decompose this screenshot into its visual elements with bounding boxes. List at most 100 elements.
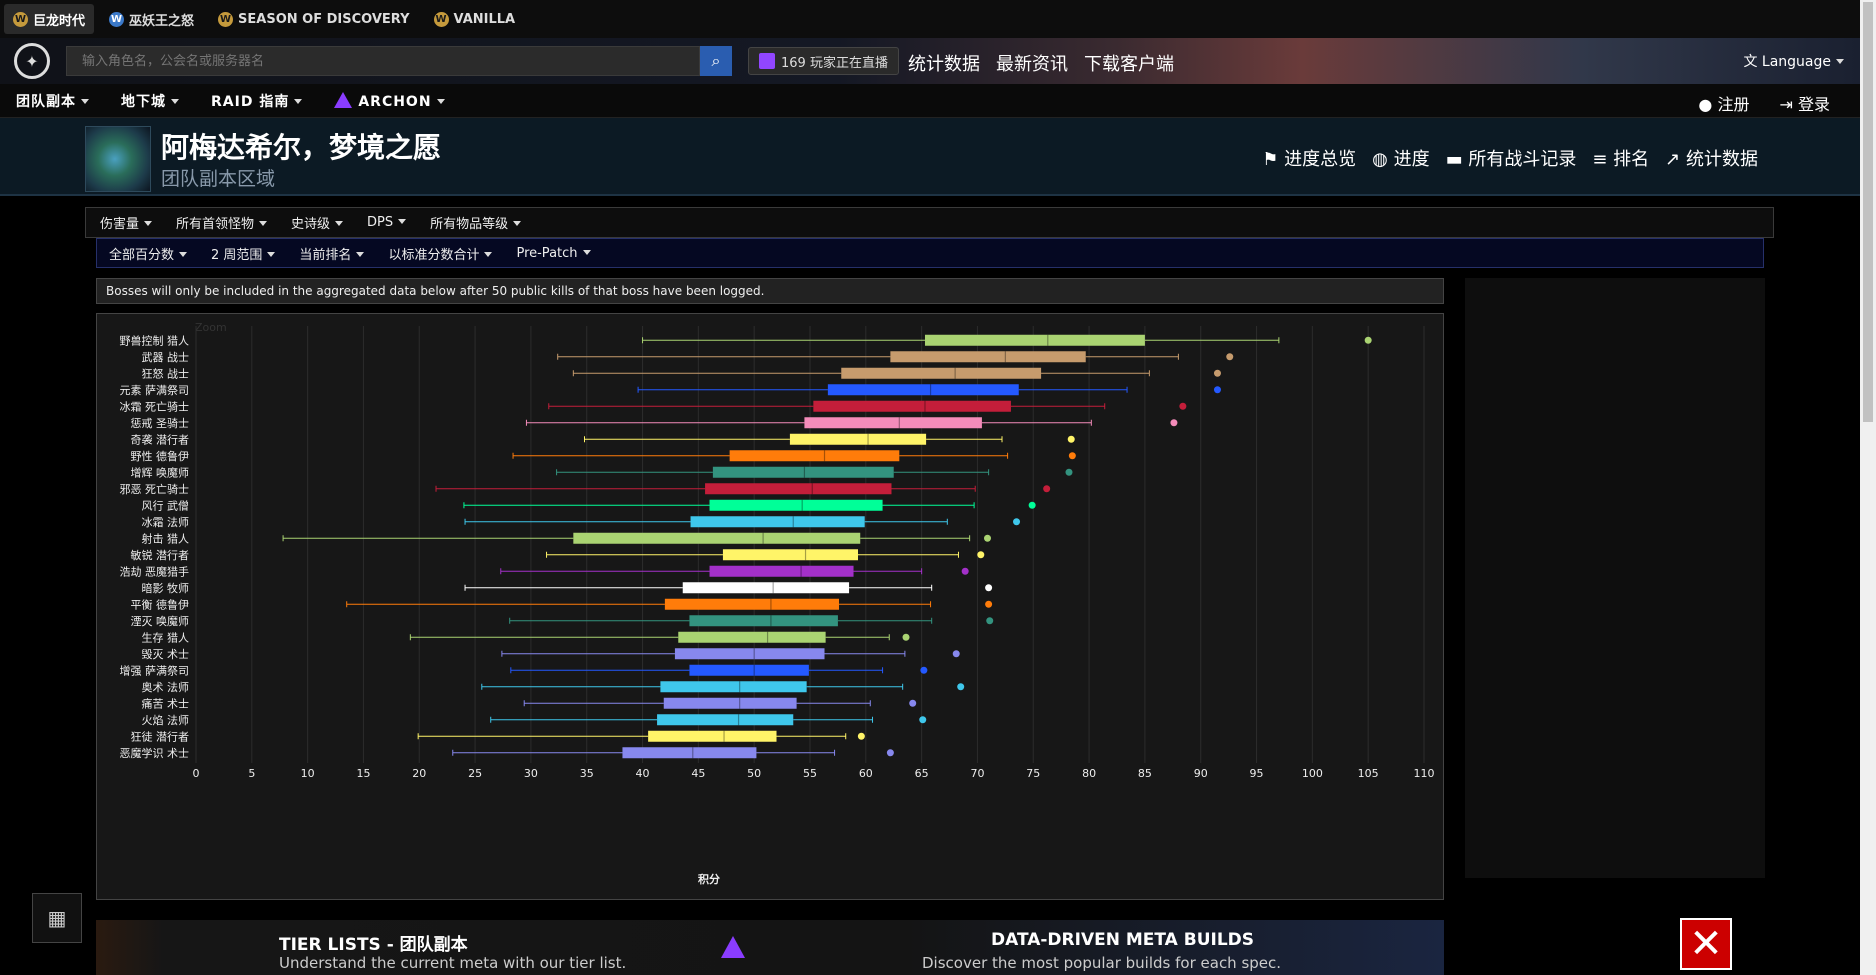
chevron-down-icon <box>484 251 493 257</box>
zonenav-logs[interactable]: ▬ 所有战斗记录 <box>1446 145 1577 171</box>
x-tick-label: 100 <box>1302 767 1323 780</box>
x-axis-label: 积分 <box>698 872 720 886</box>
filter-label: 当前排名 <box>299 247 352 263</box>
meta-builds-title: DATA-DRIVEN META BUILDS <box>991 930 1255 950</box>
boxplot-chart[interactable]: Zoom 野兽控制 猎人武器 战士狂怒 战士元素 萨满祭司冰霜 死亡骑士惩戒 圣… <box>97 314 1443 899</box>
chart-x-ticks: 0 5 10 15 20 25 30 35 40 45 50 55 60 65 70 75 80 85 90 95 10… <box>193 767 1435 780</box>
filter-ilvl[interactable]: 所有物品等级 <box>430 213 522 232</box>
x-tick-label: 50 <box>747 767 761 780</box>
outlier-point <box>986 617 994 625</box>
language-selector[interactable]: 文 Language <box>1743 51 1844 71</box>
x-tick-label: 25 <box>468 767 482 780</box>
y-category-label: 浩劫 恶魔猎手 <box>120 564 190 578</box>
filter-metric[interactable]: 伤害量 <box>100 213 153 232</box>
outlier-point <box>1364 336 1372 344</box>
archon-logo-icon <box>721 936 745 958</box>
box-series <box>557 351 1234 363</box>
box-iqr <box>813 400 1011 412</box>
zonenav-stats[interactable]: ↗ 统计数据 <box>1665 145 1758 171</box>
qr-code-button[interactable]: ▦ <box>32 893 82 943</box>
chevron-down-icon <box>513 221 522 226</box>
search-button[interactable]: ⌕ <box>700 46 732 76</box>
wow-icon: W <box>13 11 28 27</box>
twitch-icon <box>759 53 775 69</box>
box-iqr <box>712 466 894 478</box>
nav-label: 地下城 <box>121 93 166 110</box>
nav-archon[interactable]: ARCHON <box>318 91 460 110</box>
main-nav: 团队副本 地下城 RAID 指南 ARCHON ● 注册 ⇥ 登录 <box>0 84 1860 118</box>
notice-banner: Bosses will only be included in the aggr… <box>96 278 1444 304</box>
zonenav-progress[interactable]: ◍ 进度 <box>1372 145 1429 171</box>
y-category-label: 增辉 唤魔师 <box>131 465 190 479</box>
y-category-label: 邪恶 死亡骑士 <box>120 482 190 496</box>
register-link[interactable]: ● 注册 <box>1698 91 1749 115</box>
scrollbar-thumb[interactable] <box>1863 2 1873 422</box>
topnav-news[interactable]: 最新资讯 <box>996 50 1068 76</box>
filter-ranking[interactable]: 当前排名 <box>299 244 365 263</box>
game-tab-vanilla[interactable]: W VANILLA <box>425 4 525 34</box>
site-logo-icon[interactable]: ✦ <box>14 43 50 79</box>
outlier-point <box>957 683 965 691</box>
search-input[interactable] <box>66 46 700 76</box>
topnav-stats[interactable]: 统计数据 <box>908 50 980 76</box>
login-label: 登录 <box>1797 95 1830 114</box>
box-iqr <box>678 631 826 643</box>
close-ad-button[interactable]: ✕ <box>1680 918 1732 970</box>
game-tab-wotlk[interactable]: W 巫妖王之怒 <box>100 4 203 34</box>
tier-list-title: TIER LISTS - 团队副本 <box>279 935 468 955</box>
filter-timeframe[interactable]: 2 周范围 <box>211 244 276 263</box>
topnav-download[interactable]: 下载客户端 <box>1084 50 1174 76</box>
filter-aggregation[interactable]: 以标准分数合计 <box>388 244 493 263</box>
nav-raid-guide[interactable]: RAID 指南 <box>195 91 318 111</box>
x-tick-label: 80 <box>1082 767 1096 780</box>
filter-boss[interactable]: 所有首领怪物 <box>176 213 268 232</box>
ad-sidebar <box>1465 278 1765 878</box>
outlier-point <box>1213 369 1221 377</box>
live-streams-button[interactable]: 169 玩家正在直播 <box>748 47 899 75</box>
zonenav-overview[interactable]: ⚑ 进度总览 <box>1262 145 1356 171</box>
outlier-point <box>909 699 917 707</box>
chart-y-labels: 野兽控制 猎人武器 战士狂怒 战士元素 萨满祭司冰霜 死亡骑士惩戒 圣骑士奇袭 … <box>120 333 190 760</box>
promo-banner[interactable]: TIER LISTS - 团队副本 Understand the current… <box>96 920 1444 975</box>
zoom-label[interactable]: Zoom <box>195 321 227 334</box>
y-category-label: 武器 战士 <box>142 351 190 364</box>
nav-dungeons[interactable]: 地下城 <box>105 91 195 111</box>
game-tab-dragonflight[interactable]: W 巨龙时代 <box>4 4 95 34</box>
box-series <box>452 747 894 759</box>
box-iqr <box>729 450 900 462</box>
x-tick-label: 105 <box>1358 767 1379 780</box>
filter-difficulty[interactable]: 史诗级 <box>291 213 344 232</box>
filter-percentile[interactable]: 全部百分数 <box>109 244 188 263</box>
outlier-point <box>1067 435 1075 443</box>
nav-raids[interactable]: 团队副本 <box>0 91 105 111</box>
outlier-point <box>1179 402 1187 410</box>
x-tick-label: 95 <box>1250 767 1264 780</box>
box-series <box>583 433 1075 445</box>
chevron-down-icon <box>259 221 268 226</box>
box-iqr <box>690 516 865 528</box>
box-iqr <box>660 681 807 693</box>
filter-role[interactable]: DPS <box>367 215 407 230</box>
zonenav-rankings[interactable]: ≡ 排名 <box>1592 145 1649 171</box>
game-tab-sod[interactable]: W SEASON OF DISCOVERY <box>209 4 418 34</box>
y-category-label: 冰霜 死亡骑士 <box>120 399 190 413</box>
x-tick-label: 35 <box>580 767 594 780</box>
x-tick-label: 60 <box>859 767 873 780</box>
filter-patch[interactable]: Pre-Patch <box>516 246 591 261</box>
top-nav: 统计数据 最新资讯 下载客户端 <box>908 50 1174 76</box>
outlier-point <box>1213 386 1221 394</box>
outlier-point <box>985 600 993 608</box>
x-tick-label: 90 <box>1194 767 1208 780</box>
box-iqr <box>648 730 777 742</box>
running-icon: ⚑ <box>1262 149 1279 170</box>
zone-header: 阿梅达希尔，梦境之愿 团队副本区域 ⚑ 进度总览 ◍ 进度 ▬ 所有战斗记录 ≡… <box>0 118 1860 196</box>
y-category-label: 生存 猎人 <box>142 630 190 644</box>
boxplot-chart-container: Zoom 野兽控制 猎人 武器 战士 狂怒 战士 元素 萨满祭司 冰霜 死亡骑士 惩戒 圣… <box>96 313 1444 900</box>
x-tick-label: 10 <box>301 767 315 780</box>
filter-label: 全部百分数 <box>109 247 175 263</box>
box-series <box>642 334 1372 346</box>
box-iqr <box>689 664 809 676</box>
box-series <box>548 400 1187 412</box>
filter-bar-primary: 伤害量 所有首领怪物 史诗级 DPS 所有物品等级 <box>85 207 1774 238</box>
login-link[interactable]: ⇥ 登录 <box>1779 91 1830 115</box>
